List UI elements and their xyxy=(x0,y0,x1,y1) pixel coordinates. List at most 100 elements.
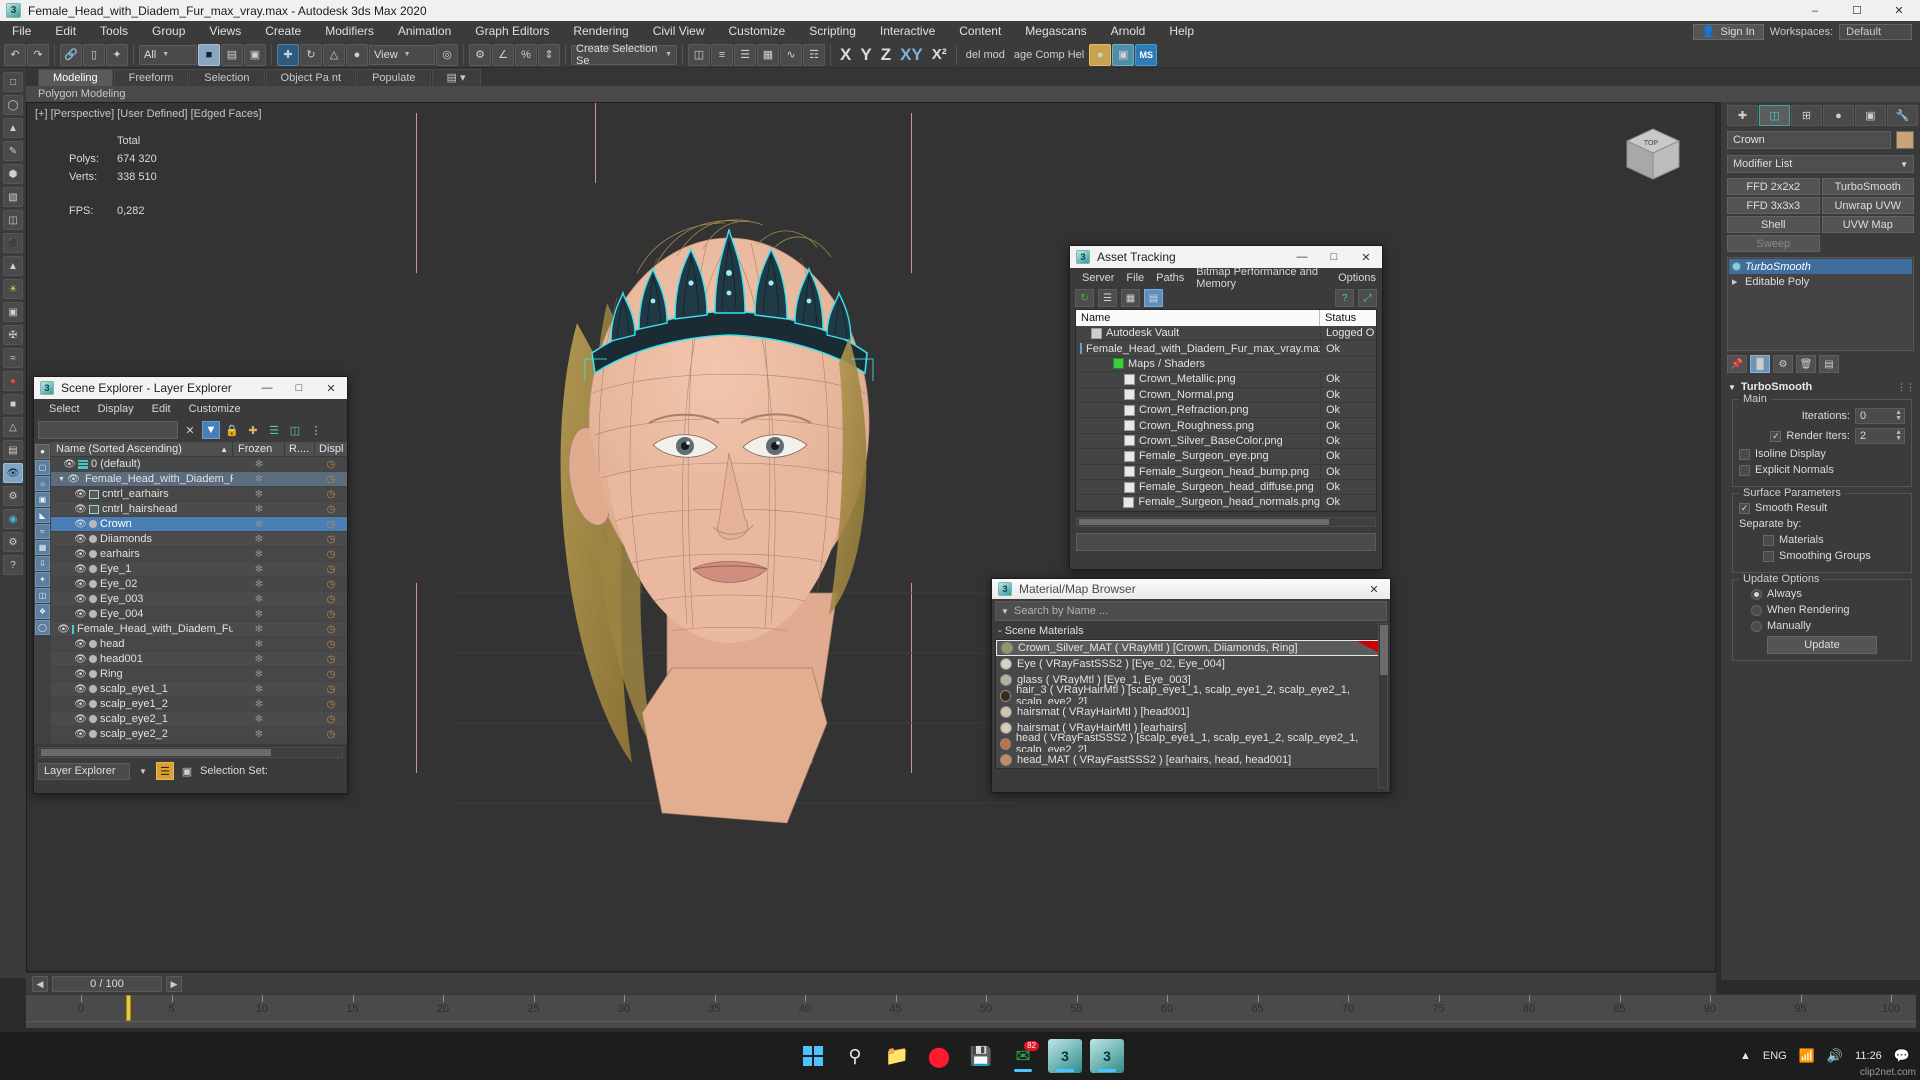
asset-tracking-close-button[interactable]: ✕ xyxy=(1350,246,1382,268)
poly-icon[interactable]: ⬢ xyxy=(3,164,23,184)
visibility-eye-icon[interactable]: 👁 xyxy=(74,669,87,680)
cone-icon[interactable]: ▲ xyxy=(3,256,23,276)
axis-constraint-xy[interactable]: XY xyxy=(896,45,927,65)
tab-modify[interactable]: ◫ xyxy=(1759,105,1790,126)
ribbon-tab-object-pa-nt[interactable]: Object Pa nt xyxy=(265,69,357,86)
curve-editor-icon[interactable]: ∿ xyxy=(780,43,802,66)
update-button[interactable]: Update xyxy=(1767,636,1877,654)
asset-tracking-row[interactable]: Autodesk Vault Logged O xyxy=(1076,326,1376,342)
isoline-display-checkbox[interactable] xyxy=(1739,448,1750,460)
scene-explorer-row-name-cell[interactable]: 👁 scalp_eye2_1 xyxy=(51,713,233,725)
vray-icon[interactable]: △ xyxy=(3,417,23,437)
reference-coordinate-combo[interactable]: View ▼ xyxy=(369,44,435,65)
explicit-normals-checkbox[interactable] xyxy=(1739,464,1750,476)
scene-explorer-row-name-cell[interactable]: 👁 scalp_eye1_2 xyxy=(51,698,233,710)
menu-item-edit[interactable]: Edit xyxy=(43,21,88,42)
spinner-arrows-icon[interactable]: ▲ ▼ xyxy=(1895,429,1902,442)
max-taskbar-icon-2[interactable]: 3 xyxy=(1090,1039,1124,1073)
scene-explorer-row-name-cell[interactable]: 👁 scalp_eye2_2 xyxy=(51,728,233,740)
frozen-cell[interactable]: ✻ xyxy=(233,474,285,485)
scrollbar-thumb[interactable] xyxy=(1380,625,1388,675)
asset-column-name[interactable]: Name xyxy=(1076,310,1320,326)
scene-explorer-row-name-cell[interactable]: 👁 Eye_1 xyxy=(51,563,233,575)
visibility-eye-icon[interactable]: 👁 xyxy=(67,474,80,485)
frozen-cell[interactable]: ✻ xyxy=(233,549,285,560)
display-cell[interactable]: ◷ xyxy=(315,669,347,680)
frozen-cell[interactable]: ✻ xyxy=(233,489,285,500)
menu-item-group[interactable]: Group xyxy=(140,21,197,42)
view-cube[interactable]: TOP xyxy=(1621,125,1685,187)
asset-column-status[interactable]: Status xyxy=(1320,310,1376,326)
tab-utilities[interactable]: 🔧 xyxy=(1887,105,1918,126)
asset-tracking-menu-server[interactable]: Server xyxy=(1076,272,1120,284)
scene-explorer-row-name-cell[interactable]: 👁 cntrl_earhairs xyxy=(51,488,233,500)
ribbon-tab-modeling[interactable]: Modeling xyxy=(38,69,113,86)
spacewarp-icon[interactable]: ≈ xyxy=(3,348,23,368)
material-row[interactable]: hairsmat ( VRayHairMtl ) [head001] xyxy=(996,704,1386,720)
visibility-eye-icon[interactable]: 👁 xyxy=(63,459,76,470)
update-option-radio-always[interactable] xyxy=(1751,588,1762,600)
named-selection-set-combo[interactable]: Create Selection Se ▼ xyxy=(571,43,677,67)
scene-explorer-maximize-button[interactable]: □ xyxy=(283,377,315,399)
make-unique-icon[interactable]: ⚙ xyxy=(1773,355,1793,373)
notifications-icon[interactable]: 💬 xyxy=(1894,1048,1910,1064)
update-option-radio-manually[interactable] xyxy=(1751,620,1762,632)
select-object-icon[interactable]: ■ xyxy=(198,43,220,66)
asset-tracking-hscrollbar[interactable] xyxy=(1076,516,1376,527)
scene-explorer-row-name-cell[interactable]: 👁 0 (default) xyxy=(51,458,233,470)
filter-icon[interactable]: ▼ xyxy=(202,421,220,439)
unlink-icon[interactable]: ▯ xyxy=(83,43,105,66)
frozen-cell[interactable]: ✻ xyxy=(233,519,285,530)
layers-stack-icon[interactable]: ☰ xyxy=(265,421,283,439)
menu-item-views[interactable]: Views xyxy=(197,21,253,42)
scene-explorer-window[interactable]: 3 Scene Explorer - Layer Explorer — □ ✕ … xyxy=(33,376,348,794)
scene-explorer-row-name-cell[interactable]: 👁 Eye_003 xyxy=(51,593,233,605)
object-color-swatch[interactable] xyxy=(1896,131,1914,149)
visibility-eye-icon[interactable]: 👁 xyxy=(74,549,87,560)
light-icon[interactable]: ☀ xyxy=(3,279,23,299)
scene-explorer-row-name-cell[interactable]: 👁 Ring xyxy=(51,668,233,680)
menu-item-scripting[interactable]: Scripting xyxy=(797,21,868,42)
spinner-snap-icon[interactable]: ⇕ xyxy=(538,43,560,66)
grid-view-icon[interactable]: ▤ xyxy=(1144,289,1163,307)
visibility-eye-icon[interactable]: 👁 xyxy=(74,609,87,620)
display-cell[interactable]: ◷ xyxy=(315,459,347,470)
asset-name-cell[interactable]: Crown_Refraction.png xyxy=(1076,404,1320,416)
menu-item-file[interactable]: File xyxy=(0,21,43,42)
asset-tracking-menu-file[interactable]: File xyxy=(1120,272,1150,284)
frozen-cell[interactable]: ✻ xyxy=(233,654,285,665)
visibility-eye-icon[interactable]: 👁 xyxy=(74,504,87,515)
snapshot-icon[interactable]: ▤ xyxy=(3,440,23,460)
scene-explorer-row[interactable]: 👁 Ring ✻ ◷ xyxy=(51,667,347,682)
visibility-eye-icon[interactable]: 👁 xyxy=(74,699,87,710)
helper-icon[interactable]: ✠ xyxy=(3,325,23,345)
modifier-enable-bulb-icon[interactable] xyxy=(1732,262,1741,271)
object-name-field[interactable]: Crown xyxy=(1727,131,1891,149)
filter-cameras-icon[interactable]: ▣ xyxy=(35,492,50,507)
undo-icon[interactable]: ↶ xyxy=(4,43,26,66)
display-cell[interactable]: ◷ xyxy=(315,519,347,530)
workspaces-value[interactable]: Default xyxy=(1839,23,1912,40)
remove-modifier-icon[interactable]: 🗑 xyxy=(1796,355,1816,373)
expand-icon[interactable]: ⤢ xyxy=(1358,289,1377,307)
snap-toggle-icon[interactable]: ⚙ xyxy=(469,43,491,66)
modifier-stack-item[interactable]: ▶ Editable Poly xyxy=(1729,274,1912,289)
rectangular-select-icon[interactable]: ▣ xyxy=(244,43,266,66)
column-render[interactable]: R.... xyxy=(285,442,315,456)
spinner-arrows-icon[interactable]: ▲ ▼ xyxy=(1895,409,1902,422)
scene-explorer-row-name-cell[interactable]: 👁 head001 xyxy=(51,653,233,665)
asset-tracking-row[interactable]: Female_Surgeon_head_normals.png Ok xyxy=(1076,495,1376,511)
frozen-cell[interactable]: ✻ xyxy=(233,459,285,470)
column-display[interactable]: Displ xyxy=(315,442,347,456)
align-icon[interactable]: ≡ xyxy=(711,43,733,66)
asset-tracking-row[interactable]: Female_Surgeon_head_diffuse.png Ok xyxy=(1076,479,1376,496)
angle-snap-icon[interactable]: ∠ xyxy=(492,43,514,66)
scene-explorer-row[interactable]: 👁 scalp_eye1_2 ✻ ◷ xyxy=(51,697,347,712)
scene-explorer-row[interactable]: 👁 earhairs ✻ ◷ xyxy=(51,547,347,562)
scene-explorer-row-name-cell[interactable]: ▼ 👁 Female_Head_with_Diadem_Fur xyxy=(51,473,233,485)
options-icon[interactable]: ⋮ xyxy=(307,421,325,439)
scene-explorer-row[interactable]: 👁 0 (default) ✻ ◷ xyxy=(51,457,347,472)
layer-toggle-icon[interactable]: ☰ xyxy=(156,762,174,780)
asset-tracking-row[interactable]: Crown_Silver_BaseColor.png Ok xyxy=(1076,433,1376,450)
scene-explorer-close-button[interactable]: ✕ xyxy=(315,377,347,399)
